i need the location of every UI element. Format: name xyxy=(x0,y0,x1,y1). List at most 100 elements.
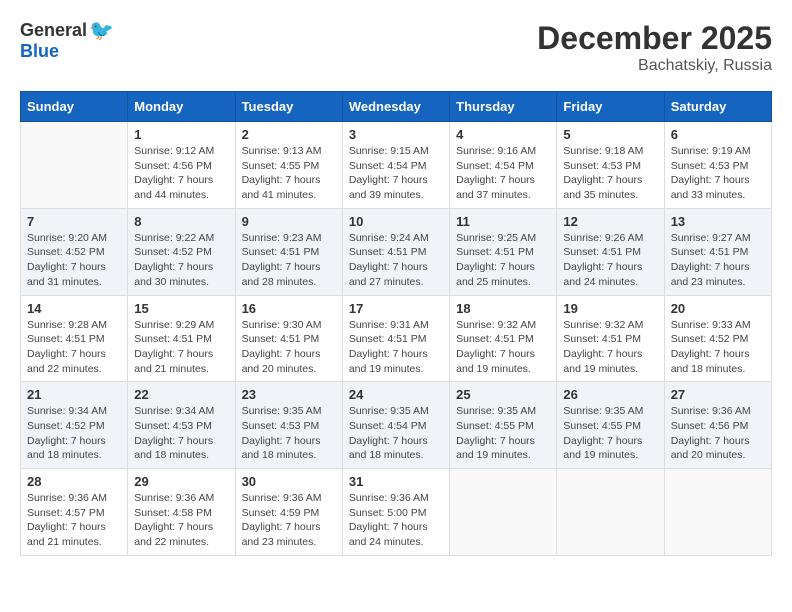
day-info: Sunrise: 9:35 AM Sunset: 4:55 PM Dayligh… xyxy=(563,404,657,463)
day-info: Sunrise: 9:26 AM Sunset: 4:51 PM Dayligh… xyxy=(563,231,657,290)
day-number: 14 xyxy=(27,301,121,316)
day-info: Sunrise: 9:32 AM Sunset: 4:51 PM Dayligh… xyxy=(563,318,657,377)
calendar-cell: 13Sunrise: 9:27 AM Sunset: 4:51 PM Dayli… xyxy=(664,208,771,295)
day-info: Sunrise: 9:35 AM Sunset: 4:55 PM Dayligh… xyxy=(456,404,550,463)
calendar-cell xyxy=(557,469,664,556)
day-info: Sunrise: 9:35 AM Sunset: 4:53 PM Dayligh… xyxy=(242,404,336,463)
day-info: Sunrise: 9:35 AM Sunset: 4:54 PM Dayligh… xyxy=(349,404,443,463)
day-number: 13 xyxy=(671,214,765,229)
calendar-cell: 4 Sunrise: 9:16 AM Sunset: 4:54 PM Daylig… xyxy=(450,122,557,209)
day-info: Sunrise: 9:12 AM Sunset: 4:56 PM Dayligh… xyxy=(134,144,228,203)
calendar-week-row: 28 Sunrise: 9:36 AM Sunset: 4:57 PM Dayli… xyxy=(21,469,772,556)
calendar-cell: 24Sunrise: 9:35 AM Sunset: 4:54 PM Dayli… xyxy=(342,382,449,469)
calendar-cell: 6 Sunrise: 9:19 AM Sunset: 4:53 PM Daylig… xyxy=(664,122,771,209)
day-number: 12 xyxy=(563,214,657,229)
calendar-week-row: 7 Sunrise: 9:20 AM Sunset: 4:52 PM Daylig… xyxy=(21,208,772,295)
calendar-cell: 25 Sunrise: 9:35 AM Sunset: 4:55 PM Dayli… xyxy=(450,382,557,469)
day-number: 30 xyxy=(242,474,336,489)
header-tuesday: Tuesday xyxy=(235,92,342,122)
calendar-cell: 15Sunrise: 9:29 AM Sunset: 4:51 PM Dayli… xyxy=(128,295,235,382)
day-number: 29 xyxy=(134,474,228,489)
day-info: Sunrise: 9:31 AM Sunset: 4:51 PM Dayligh… xyxy=(349,318,443,377)
day-number: 9 xyxy=(242,214,336,229)
day-number: 7 xyxy=(27,214,121,229)
day-number: 3 xyxy=(349,127,443,142)
day-number: 4 xyxy=(456,127,550,142)
calendar-week-row: 1 Sunrise: 9:12 AM Sunset: 4:56 PM Daylig… xyxy=(21,122,772,209)
day-number: 15 xyxy=(134,301,228,316)
calendar-cell: 5Sunrise: 9:18 AM Sunset: 4:53 PM Daylig… xyxy=(557,122,664,209)
calendar-cell: 23 Sunrise: 9:35 AM Sunset: 4:53 PM Dayli… xyxy=(235,382,342,469)
header-thursday: Thursday xyxy=(450,92,557,122)
day-info: Sunrise: 9:36 AM Sunset: 4:58 PM Dayligh… xyxy=(134,491,228,550)
day-info: Sunrise: 9:20 AM Sunset: 4:52 PM Dayligh… xyxy=(27,231,121,290)
day-number: 1 xyxy=(134,127,228,142)
calendar-cell: 14 Sunrise: 9:28 AM Sunset: 4:51 PM Dayli… xyxy=(21,295,128,382)
day-number: 20 xyxy=(671,301,765,316)
calendar-table: SundayMondayTuesdayWednesdayThursdayFrid… xyxy=(20,91,772,556)
logo-blue: Blue xyxy=(20,42,114,62)
day-number: 18 xyxy=(456,301,550,316)
day-info: Sunrise: 9:36 AM Sunset: 4:57 PM Dayligh… xyxy=(27,491,121,550)
day-number: 27 xyxy=(671,387,765,402)
calendar-cell: 26Sunrise: 9:35 AM Sunset: 4:55 PM Dayli… xyxy=(557,382,664,469)
calendar-cell: 8Sunrise: 9:22 AM Sunset: 4:52 PM Daylig… xyxy=(128,208,235,295)
day-info: Sunrise: 9:28 AM Sunset: 4:51 PM Dayligh… xyxy=(27,318,121,377)
day-number: 19 xyxy=(563,301,657,316)
day-info: Sunrise: 9:25 AM Sunset: 4:51 PM Dayligh… xyxy=(456,231,550,290)
day-number: 25 xyxy=(456,387,550,402)
day-info: Sunrise: 9:36 AM Sunset: 4:59 PM Dayligh… xyxy=(242,491,336,550)
day-number: 23 xyxy=(242,387,336,402)
calendar-header-row: SundayMondayTuesdayWednesdayThursdayFrid… xyxy=(21,92,772,122)
calendar-cell: 1 Sunrise: 9:12 AM Sunset: 4:56 PM Daylig… xyxy=(128,122,235,209)
day-number: 22 xyxy=(134,387,228,402)
day-number: 11 xyxy=(456,214,550,229)
day-info: Sunrise: 9:16 AM Sunset: 4:54 PM Dayligh… xyxy=(456,144,550,203)
calendar-week-row: 14 Sunrise: 9:28 AM Sunset: 4:51 PM Dayli… xyxy=(21,295,772,382)
location-title: Bachatskiy, Russia xyxy=(537,57,772,75)
calendar-cell: 21 Sunrise: 9:34 AM Sunset: 4:52 PM Dayli… xyxy=(21,382,128,469)
day-info: Sunrise: 9:24 AM Sunset: 4:51 PM Dayligh… xyxy=(349,231,443,290)
calendar-cell: 22 Sunrise: 9:34 AM Sunset: 4:53 PM Dayli… xyxy=(128,382,235,469)
header: General 🐦 Blue December 2025 Bachatskiy,… xyxy=(20,20,772,75)
day-number: 21 xyxy=(27,387,121,402)
calendar-cell xyxy=(450,469,557,556)
day-info: Sunrise: 9:34 AM Sunset: 4:52 PM Dayligh… xyxy=(27,404,121,463)
day-info: Sunrise: 9:18 AM Sunset: 4:53 PM Dayligh… xyxy=(563,144,657,203)
day-info: Sunrise: 9:13 AM Sunset: 4:55 PM Dayligh… xyxy=(242,144,336,203)
day-number: 6 xyxy=(671,127,765,142)
calendar-cell: 20 Sunrise: 9:33 AM Sunset: 4:52 PM Dayli… xyxy=(664,295,771,382)
logo: General 🐦 Blue xyxy=(20,20,114,62)
calendar-week-row: 21 Sunrise: 9:34 AM Sunset: 4:52 PM Dayli… xyxy=(21,382,772,469)
day-info: Sunrise: 9:32 AM Sunset: 4:51 PM Dayligh… xyxy=(456,318,550,377)
calendar-cell: 18 Sunrise: 9:32 AM Sunset: 4:51 PM Dayli… xyxy=(450,295,557,382)
header-monday: Monday xyxy=(128,92,235,122)
day-info: Sunrise: 9:19 AM Sunset: 4:53 PM Dayligh… xyxy=(671,144,765,203)
day-info: Sunrise: 9:30 AM Sunset: 4:51 PM Dayligh… xyxy=(242,318,336,377)
header-saturday: Saturday xyxy=(664,92,771,122)
calendar-cell: 30 Sunrise: 9:36 AM Sunset: 4:59 PM Dayli… xyxy=(235,469,342,556)
calendar-cell: 3 Sunrise: 9:15 AM Sunset: 4:54 PM Daylig… xyxy=(342,122,449,209)
calendar-cell: 31 Sunrise: 9:36 AM Sunset: 5:00 PM Dayli… xyxy=(342,469,449,556)
day-number: 17 xyxy=(349,301,443,316)
calendar-cell: 10 Sunrise: 9:24 AM Sunset: 4:51 PM Dayli… xyxy=(342,208,449,295)
day-number: 8 xyxy=(134,214,228,229)
day-info: Sunrise: 9:34 AM Sunset: 4:53 PM Dayligh… xyxy=(134,404,228,463)
calendar-cell xyxy=(21,122,128,209)
header-sunday: Sunday xyxy=(21,92,128,122)
day-info: Sunrise: 9:36 AM Sunset: 5:00 PM Dayligh… xyxy=(349,491,443,550)
day-number: 2 xyxy=(242,127,336,142)
day-number: 28 xyxy=(27,474,121,489)
calendar-cell: 12 Sunrise: 9:26 AM Sunset: 4:51 PM Dayli… xyxy=(557,208,664,295)
day-info: Sunrise: 9:15 AM Sunset: 4:54 PM Dayligh… xyxy=(349,144,443,203)
logo-general: General xyxy=(20,21,87,41)
calendar-cell: 16 Sunrise: 9:30 AM Sunset: 4:51 PM Dayli… xyxy=(235,295,342,382)
day-info: Sunrise: 9:23 AM Sunset: 4:51 PM Dayligh… xyxy=(242,231,336,290)
day-number: 31 xyxy=(349,474,443,489)
calendar-cell: 9 Sunrise: 9:23 AM Sunset: 4:51 PM Daylig… xyxy=(235,208,342,295)
day-number: 10 xyxy=(349,214,443,229)
logo-bird-icon: 🐦 xyxy=(89,20,114,42)
day-info: Sunrise: 9:33 AM Sunset: 4:52 PM Dayligh… xyxy=(671,318,765,377)
calendar-cell: 7 Sunrise: 9:20 AM Sunset: 4:52 PM Daylig… xyxy=(21,208,128,295)
day-number: 16 xyxy=(242,301,336,316)
